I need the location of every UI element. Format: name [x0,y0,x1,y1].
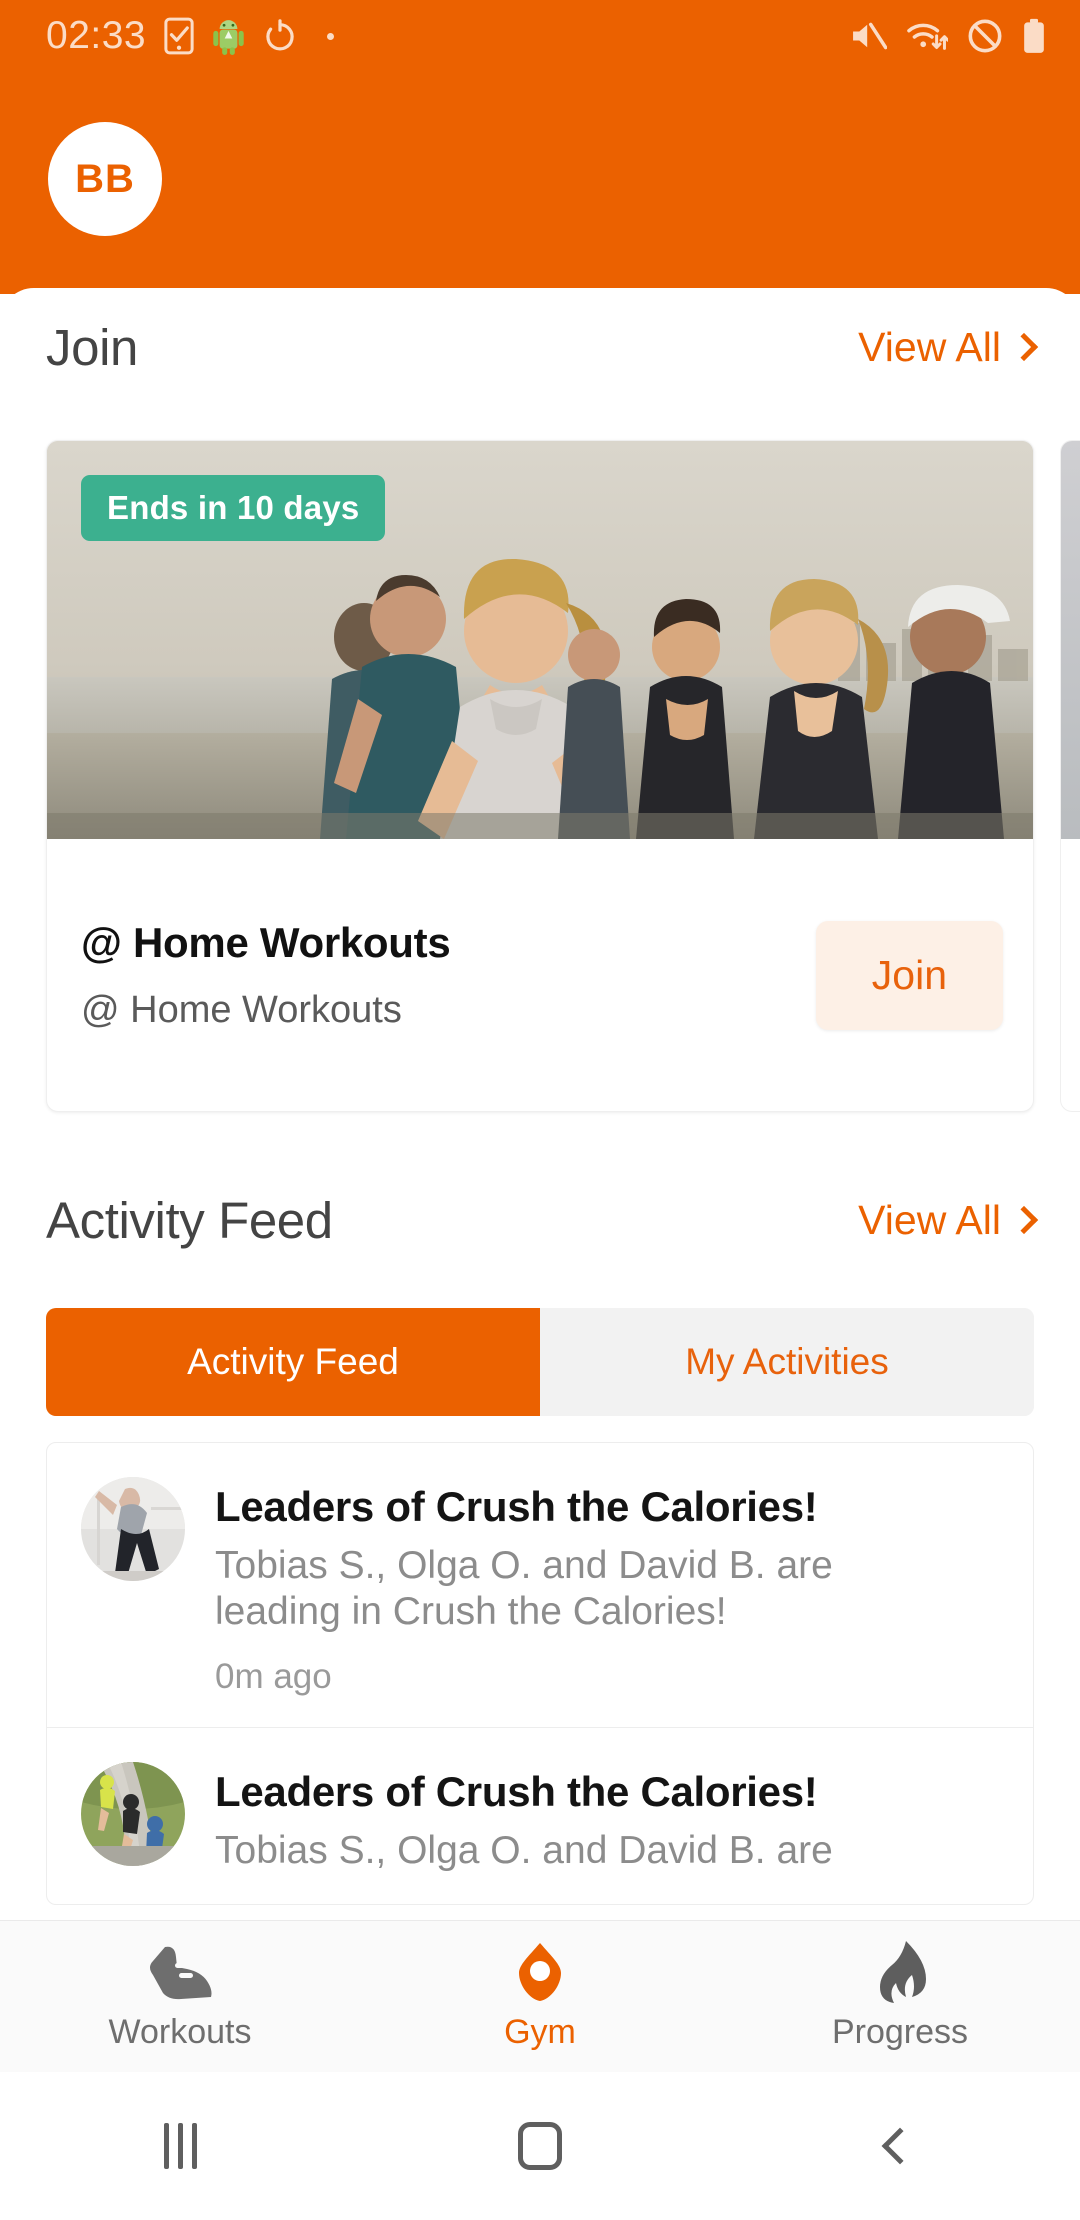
challenge-photo-peek [1061,441,1080,839]
challenge-subtitle: @ Home Workouts [81,988,402,1031]
gym-pin-icon [509,1941,571,2003]
status-badge: Ends in 10 days [81,475,386,541]
challenge-card-texts: @ Home Workouts @ Home Workouts [81,918,451,1032]
battery-full-icon [1024,18,1044,53]
avatar-illustration [81,1762,185,1867]
status-bar: 02:33 [0,0,1080,72]
activity-feed-section: Activity Feed View All Activity Feed My … [0,1156,1080,1906]
chevron-right-icon [1009,332,1039,362]
android-robot-icon [213,20,244,55]
avatar-initials: BB [75,156,135,201]
list-item-body: Tobias S., Olga O. and David B. are lead… [215,1544,833,1634]
page-title: Join [46,318,138,376]
activity-feed-header: Activity Feed View All [0,1156,1080,1266]
timer-reset-icon [266,19,294,51]
challenge-card[interactable]: Ends in 10 days @ Home Workouts @ Home W… [46,440,1034,1112]
tab-my-activities[interactable]: My Activities [540,1308,1034,1416]
flame-icon [872,1941,928,2003]
content-sheet: Join View All Ends in 10 days @ Home Wor… [0,288,1080,1920]
avatar [81,1477,185,1581]
do-not-disturb-icon [968,19,1002,53]
list-item-texts: Leaders of Crush the Calories! Tobias S.… [215,1762,833,1874]
list-item-title: Leaders of Crush the Calories! [215,1483,818,1530]
avatar-illustration [81,1477,185,1581]
avatar[interactable]: BB [48,122,162,236]
back-button[interactable] [720,2127,1080,2165]
list-item[interactable]: Leaders of Crush the Calories! Tobias S.… [47,1443,1033,1727]
list-item-timestamp: 0m ago [215,1657,332,1697]
nav-label-gym: Gym [504,2013,576,2051]
shoe-icon [147,1941,213,2003]
status-bar-right [849,18,1046,54]
bottom-navigation-bar: Workouts Gym Progress [0,1920,1080,2072]
list-item[interactable]: Leaders of Crush the Calories! Tobias S.… [47,1727,1033,1904]
home-button[interactable] [360,2122,720,2170]
recents-icon [163,2123,197,2169]
activity-tabs: Activity Feed My Activities [46,1308,1034,1416]
list-item-title: Leaders of Crush the Calories! [215,1768,818,1816]
list-item-texts: Leaders of Crush the Calories! Tobias S.… [215,1477,915,1697]
list-item-body: Tobias S., Olga O. and David B. are [215,1829,833,1873]
activity-view-all-button[interactable]: View All [858,1196,1039,1244]
tab-activity-feed[interactable]: Activity Feed [46,1308,540,1416]
join-view-all-label: View All [858,323,1001,370]
status-bar-left: 02:33 [46,14,335,58]
challenge-carousel[interactable]: Ends in 10 days @ Home Workouts @ Home W… [0,440,1080,1112]
challenge-card-body: @ Home Workouts @ Home Workouts Join [47,839,1033,1111]
activity-feed-title: Activity Feed [46,1191,333,1249]
wifi-data-icon [907,23,948,50]
chevron-right-icon [1009,1205,1039,1235]
back-chevron-icon [881,2127,919,2165]
recents-button[interactable] [0,2123,360,2169]
challenge-title: @ Home Workouts [81,918,451,966]
notification-dot-icon [327,32,335,40]
join-button[interactable]: Join [815,920,1003,1030]
join-section-header: Join View All [0,288,1080,406]
avatar [81,1762,185,1867]
join-view-all-button[interactable]: View All [858,323,1039,371]
nav-label-workouts: Workouts [108,2013,252,2051]
challenge-card-next-peek[interactable] [1060,440,1080,1112]
phone-check-icon [164,17,194,55]
activity-feed-list: Leaders of Crush the Calories! Tobias S.… [46,1442,1034,1906]
app-header: BB [0,72,1080,294]
status-clock: 02:33 [46,14,147,57]
activity-view-all-label: View All [858,1196,1001,1243]
home-icon [518,2122,562,2170]
nav-label-progress: Progress [831,2013,969,2051]
mute-icon [853,22,887,50]
system-navigation-bar [0,2072,1080,2220]
nav-item-workouts[interactable]: Workouts [0,1941,360,2052]
nav-item-gym[interactable]: Gym [360,1941,720,2052]
challenge-photo: Ends in 10 days [47,441,1033,839]
nav-item-progress[interactable]: Progress [720,1941,1080,2052]
